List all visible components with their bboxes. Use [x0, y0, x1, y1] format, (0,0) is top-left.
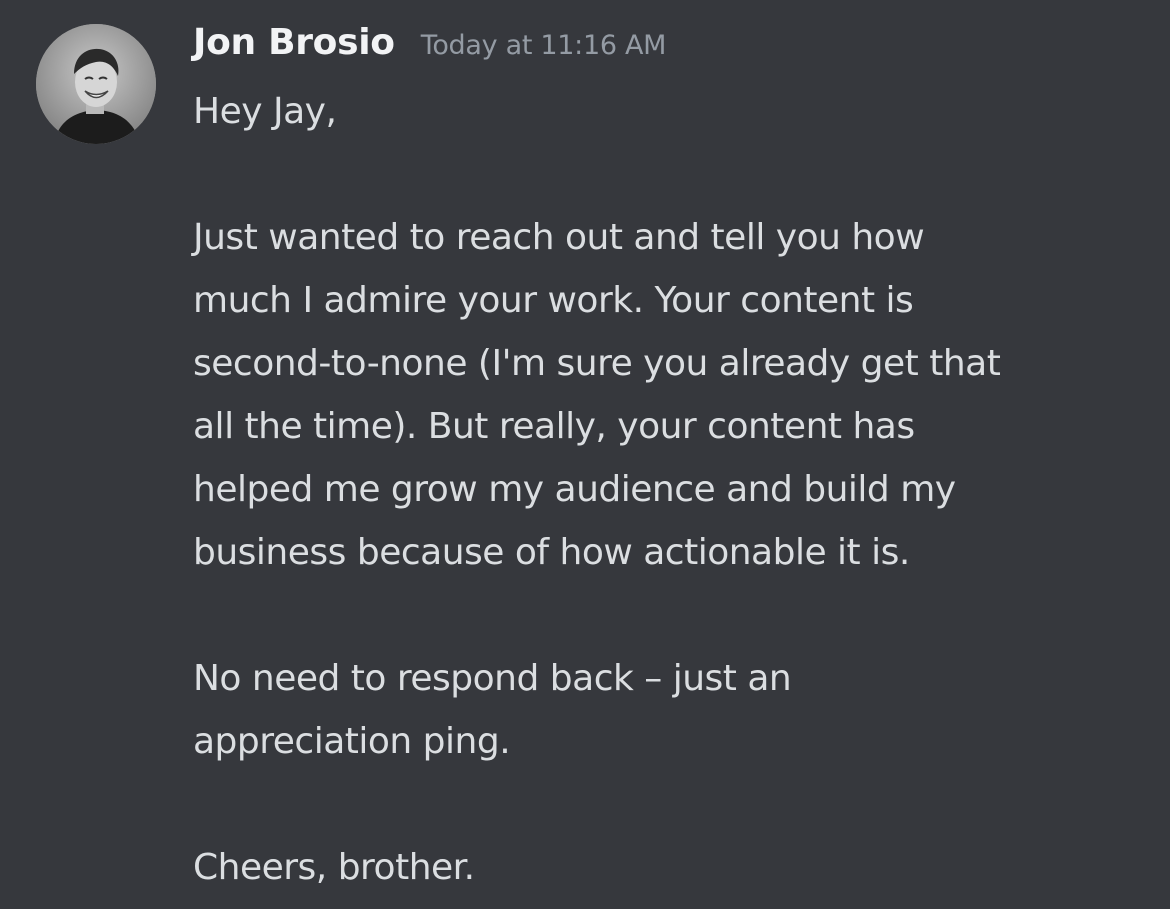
- message-body: Hey Jay, Just wanted to reach out and te…: [193, 80, 1153, 899]
- message-header: Jon Brosio Today at 11:16 AM: [193, 22, 1153, 74]
- message-line: much I admire your work. Your content is: [193, 280, 914, 321]
- message-line: Just wanted to reach out and tell you ho…: [193, 217, 925, 258]
- avatar[interactable]: [36, 24, 156, 144]
- message-line: No need to respond back – just an: [193, 658, 792, 699]
- message-line: second-to-none (I'm sure you already get…: [193, 343, 1001, 384]
- avatar-photo-icon: [36, 24, 156, 144]
- message-line: appreciation ping.: [193, 721, 511, 762]
- message-line: helped me grow my audience and build my: [193, 469, 956, 510]
- author-name[interactable]: Jon Brosio: [193, 22, 395, 63]
- message-line: all the time). But really, your content …: [193, 406, 915, 447]
- message-line: Hey Jay,: [193, 91, 337, 132]
- message-timestamp[interactable]: Today at 11:16 AM: [421, 30, 667, 61]
- message-line: Cheers, brother.: [193, 847, 475, 888]
- message-content: Jon Brosio Today at 11:16 AM Hey Jay, Ju…: [193, 22, 1153, 899]
- chat-message: Jon Brosio Today at 11:16 AM Hey Jay, Ju…: [0, 0, 1170, 909]
- message-line: business because of how actionable it is…: [193, 532, 910, 573]
